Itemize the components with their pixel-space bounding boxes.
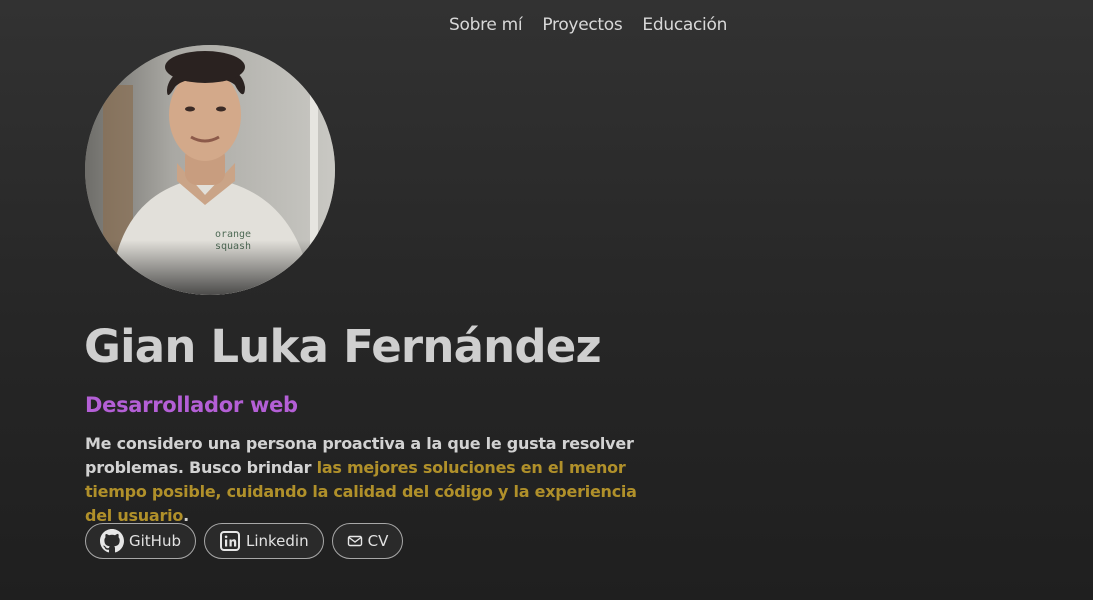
cv-label: CV: [367, 532, 389, 550]
profile-bio: Me considero una persona proactiva a la …: [85, 432, 665, 528]
nav-link-proyectos[interactable]: Proyectos: [542, 15, 622, 35]
social-links: GitHub Linkedin CV: [85, 523, 404, 559]
github-button[interactable]: GitHub: [85, 523, 196, 559]
github-icon: [100, 529, 124, 553]
cv-button[interactable]: CV: [331, 523, 404, 559]
linkedin-label: Linkedin: [245, 532, 309, 550]
linkedin-icon: [219, 530, 241, 552]
top-nav: Sobre mí Proyectos Educación: [449, 15, 727, 35]
profile-name: Gian Luka Fernández: [84, 320, 602, 373]
nav-link-educacion[interactable]: Educación: [642, 15, 727, 35]
profile-photo: orange squash: [85, 45, 335, 295]
nav-link-sobre-mi[interactable]: Sobre mí: [449, 15, 523, 35]
linkedin-button[interactable]: Linkedin: [203, 523, 324, 559]
mail-icon: [347, 533, 363, 549]
profile-role: Desarrollador web: [85, 393, 298, 417]
github-label: GitHub: [129, 532, 181, 550]
